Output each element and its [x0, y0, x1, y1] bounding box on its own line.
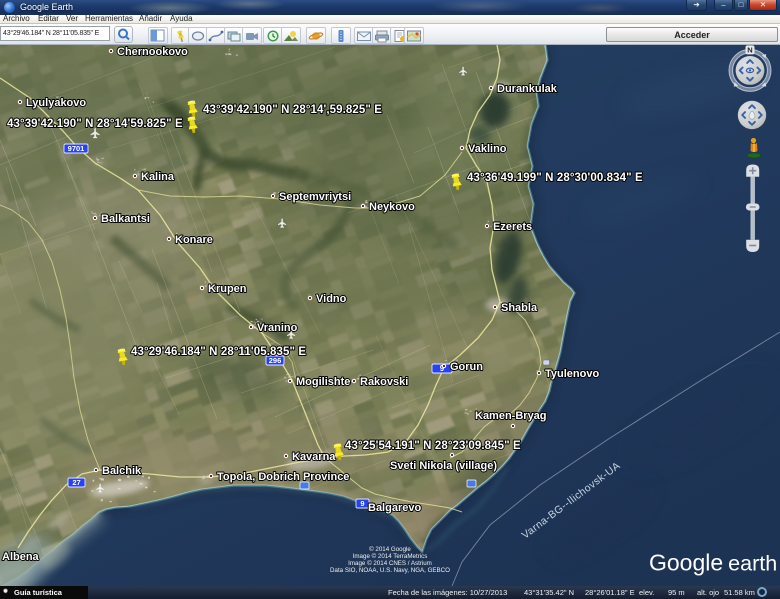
svg-text:27: 27: [72, 478, 80, 487]
svg-text:Ezerets: Ezerets: [493, 221, 532, 233]
svg-text:Mogilishte: Mogilishte: [296, 376, 350, 388]
svg-text:N: N: [747, 45, 752, 54]
svg-text:9701: 9701: [68, 144, 85, 153]
svg-text:43°39'42.190" N 28°14',59.825": 43°39'42.190" N 28°14',59.825" E: [203, 104, 382, 116]
svg-text:43°39'42.190" N 28°14'59.825": 43°39'42.190" N 28°14'59.825" E: [7, 118, 183, 130]
svg-text:Neykovo: Neykovo: [369, 201, 415, 213]
svg-text:9: 9: [360, 499, 364, 508]
svg-text:Balgarevo: Balgarevo: [368, 502, 421, 514]
svg-text:Image © 2014 CNES / Astrium: Image © 2014 CNES / Astrium: [348, 560, 432, 567]
svg-text:Image © 2014 TerraMetrics: Image © 2014 TerraMetrics: [353, 553, 428, 560]
svg-text:43°25'54.191" N 28°23'09.845": 43°25'54.191" N 28°23'09.845" E: [345, 440, 521, 452]
svg-text:Gorun: Gorun: [450, 361, 483, 373]
svg-text:Googleearth: Googleearth: [649, 550, 777, 576]
svg-text:Shabla: Shabla: [501, 302, 538, 314]
svg-text:43°36'49.199" N 28°30'00.834": 43°36'49.199" N 28°30'00.834" E: [467, 172, 643, 184]
svg-text:Data SIO, NOAA, U.S. Navy, NGA: Data SIO, NOAA, U.S. Navy, NGA, GEBCO: [330, 567, 450, 574]
svg-text:Konare: Konare: [175, 234, 213, 246]
svg-text:Albena: Albena: [2, 551, 40, 563]
svg-text:Topola, Dobrich Province: Topola, Dobrich Province: [217, 471, 349, 483]
svg-text:43°29'46.184" N 28°11'05.835": 43°29'46.184" N 28°11'05.835" E: [131, 346, 306, 358]
svg-text:Balkantsi: Balkantsi: [101, 213, 150, 225]
svg-text:Chernookovo: Chernookovo: [117, 46, 188, 58]
svg-text:Kavarna: Kavarna: [292, 451, 336, 463]
svg-text:Septemvriytsi: Septemvriytsi: [279, 191, 351, 203]
svg-text:Vranino: Vranino: [257, 322, 298, 334]
svg-text:Durankulak: Durankulak: [497, 83, 558, 95]
svg-text:Tyulenovo: Tyulenovo: [545, 368, 599, 380]
svg-text:Rakovski: Rakovski: [360, 376, 408, 388]
svg-text:Lyulyakovo: Lyulyakovo: [26, 97, 86, 109]
svg-text:Kamen-Bryag: Kamen-Bryag: [475, 410, 547, 422]
svg-text:© 2014 Google: © 2014 Google: [369, 546, 411, 553]
svg-text:Vidno: Vidno: [316, 293, 347, 305]
svg-text:Balchik: Balchik: [102, 465, 142, 477]
svg-text:Vaklino: Vaklino: [468, 143, 507, 155]
svg-text:Krupen: Krupen: [208, 283, 247, 295]
svg-text:Kalina: Kalina: [141, 171, 175, 183]
svg-text:Sveti Nikola (village): Sveti Nikola (village): [390, 460, 497, 472]
